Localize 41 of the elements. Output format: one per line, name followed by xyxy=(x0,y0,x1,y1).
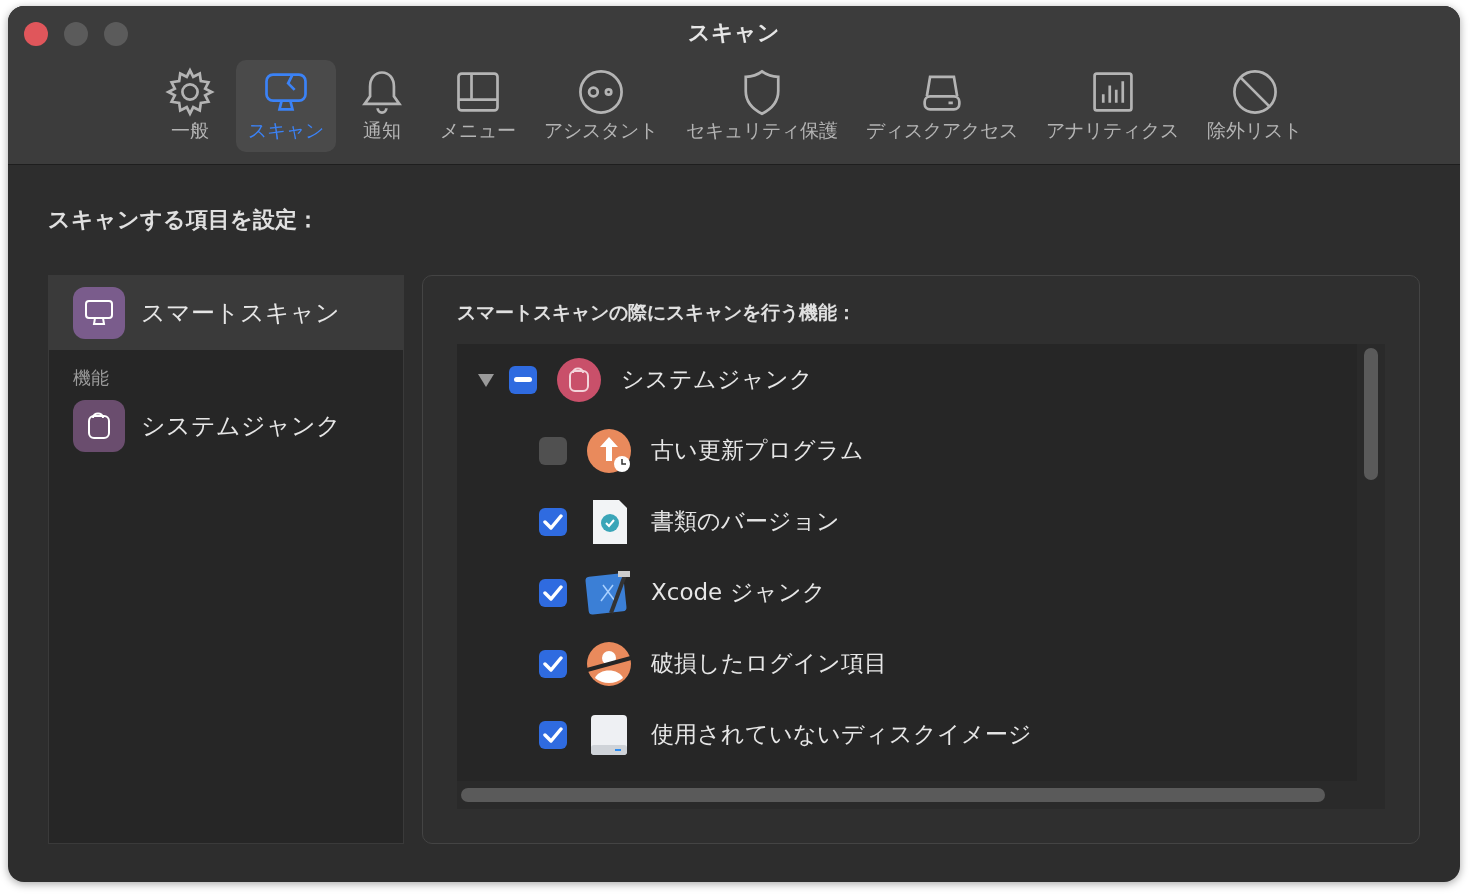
checkmark-icon xyxy=(543,726,563,743)
toolbar-tab[interactable]: メニュー xyxy=(428,60,528,152)
checkbox[interactable] xyxy=(539,507,567,536)
toolbar-tab[interactable]: セキュリティ保護 xyxy=(674,60,850,152)
sidebar-item[interactable]: スマートスキャン xyxy=(49,276,403,350)
checkbox[interactable] xyxy=(509,365,537,394)
gear-icon xyxy=(164,66,216,118)
checkmark-icon xyxy=(543,513,563,530)
checkbox[interactable] xyxy=(539,720,567,749)
disclosure-triangle-icon[interactable] xyxy=(477,371,495,388)
toolbar-tab[interactable]: 通知 xyxy=(340,60,424,152)
toolbar-tab[interactable]: 一般 xyxy=(148,60,232,152)
trash-icon xyxy=(555,355,603,404)
vertical-scrollbar[interactable] xyxy=(1364,348,1378,480)
sidebar-item[interactable]: システムジャンク xyxy=(49,400,403,452)
toolbar-tab[interactable]: 除外リスト xyxy=(1195,60,1314,152)
monitor-app-icon xyxy=(73,287,125,339)
user-icon xyxy=(585,639,633,688)
tree-item-label: 破損したログイン項目 xyxy=(651,649,887,678)
toolbar-tab[interactable]: アシスタント xyxy=(532,60,670,152)
tree-item-label: Xcode ジャンク xyxy=(651,578,826,607)
trash-app-icon xyxy=(73,400,125,452)
horizontal-scrollbar[interactable] xyxy=(461,788,1325,802)
checkbox[interactable] xyxy=(539,578,567,607)
panel-title: スマートスキャンの際にスキャンを行う機能： xyxy=(457,300,857,325)
xcode-icon xyxy=(585,568,633,617)
tree-item-label: 古い更新プログラム xyxy=(651,436,864,465)
tree-item-label: 使用されていないディスクイメージ xyxy=(651,720,1032,749)
checkmark-icon xyxy=(543,655,563,672)
checkbox[interactable] xyxy=(539,436,567,465)
update-icon xyxy=(585,426,633,475)
checkmark-icon xyxy=(543,584,563,601)
sidebar-section-label: 機能 xyxy=(72,366,110,390)
checkbox[interactable] xyxy=(539,649,567,678)
toolbar-tab[interactable]: アナリティクス xyxy=(1034,60,1191,152)
close-button[interactable] xyxy=(24,22,48,46)
section-heading: スキャンする項目を設定： xyxy=(48,206,320,234)
toolbar-tab[interactable]: ディスクアクセス xyxy=(854,60,1030,152)
tree-item-label: システムジャンク xyxy=(621,365,813,394)
tree-item-label: 書類のバージョン xyxy=(651,507,840,536)
window-title: スキャン xyxy=(688,19,780,47)
